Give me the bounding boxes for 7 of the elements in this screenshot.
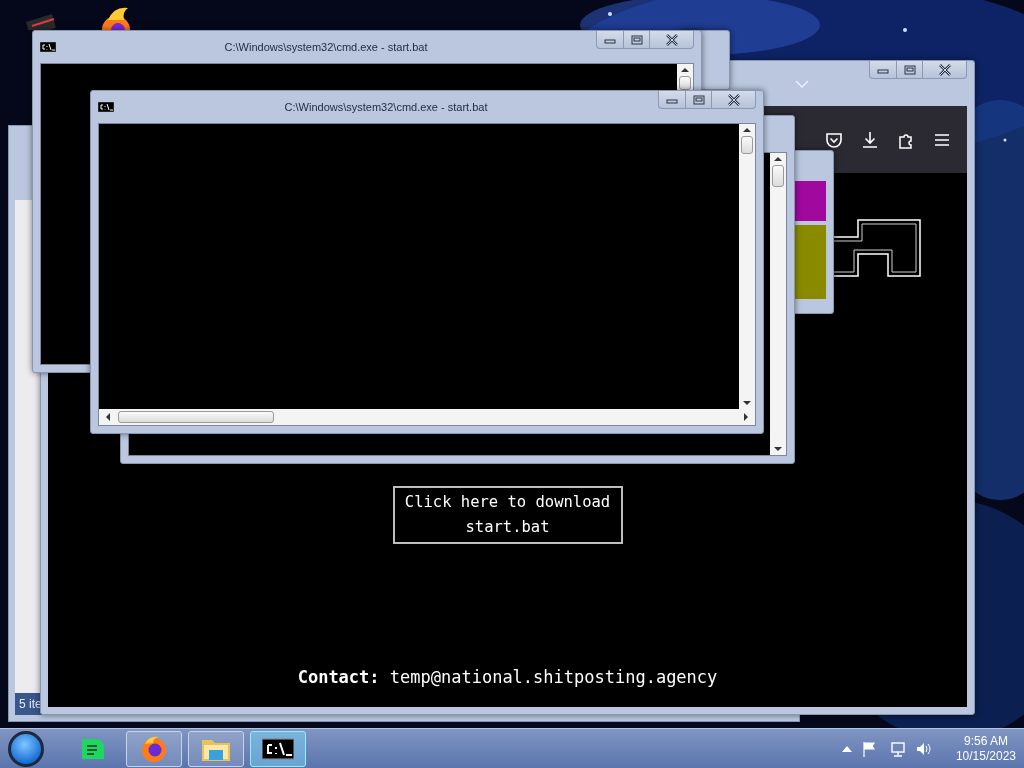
clock[interactable]: 9:56 AM 10/15/2023 — [955, 733, 1016, 764]
clock-time: 9:56 AM — [963, 733, 1008, 749]
window-title: C:\Windows\system32\cmd.exe - start.bat — [223, 41, 429, 53]
download-link[interactable]: Click here to download start.bat — [392, 486, 623, 544]
clock-date: 10/15/2023 — [955, 748, 1016, 764]
contact-text: Contact: temp@national.shitposting.agency — [297, 667, 718, 687]
window-title: C:\Windows\system32\cmd.exe - start.bat — [283, 101, 489, 113]
